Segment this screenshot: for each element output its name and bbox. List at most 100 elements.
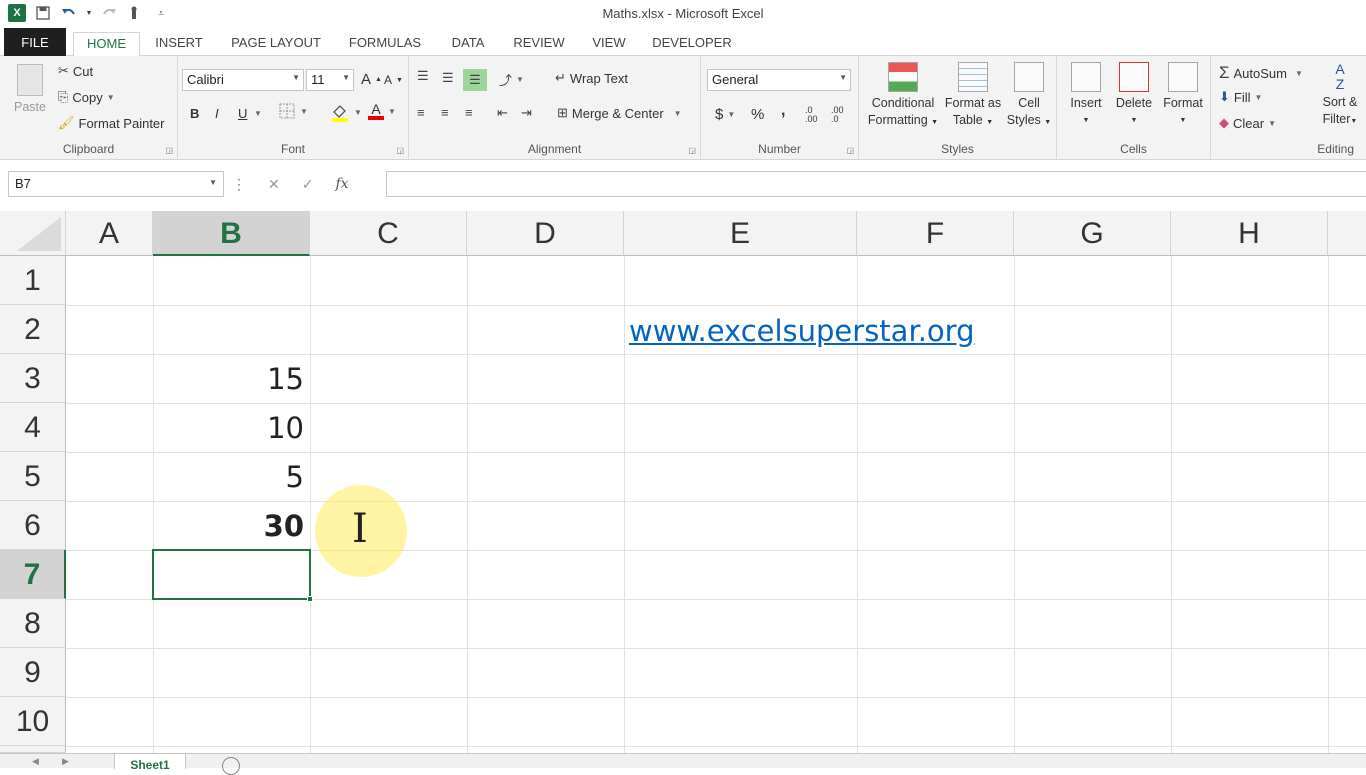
comma-button[interactable]: , — [781, 102, 785, 120]
align-left-button[interactable]: ≡ — [417, 105, 425, 120]
top-align-button[interactable]: ☰ — [417, 68, 429, 84]
font-color-button[interactable]: A ▼ — [368, 102, 396, 120]
column-header-c[interactable]: C — [310, 211, 467, 256]
sort-filter-button[interactable]: AZ Sort & Filter▼ — [1315, 62, 1365, 130]
row-header-1[interactable]: 1 — [0, 256, 66, 305]
chevron-down-icon: ▼ — [106, 92, 115, 102]
tab-page-layout[interactable]: PAGE LAYOUT — [222, 32, 330, 56]
tab-file[interactable]: FILE — [4, 28, 66, 56]
tab-review[interactable]: REVIEW — [506, 32, 572, 56]
row-header-10[interactable]: 10 — [0, 697, 66, 746]
fill-button[interactable]: ⬇ Fill ▼ — [1219, 89, 1262, 105]
tab-formulas[interactable]: FORMULAS — [340, 32, 430, 56]
paste-button[interactable]: Paste — [10, 64, 50, 116]
increase-decimal-button[interactable]: .0 .00 — [805, 106, 827, 124]
cut-button[interactable]: ✂ Cut — [58, 63, 93, 79]
decrease-decimal-button[interactable]: .00 .0 — [831, 106, 853, 124]
bottom-align-button[interactable]: ☰ — [463, 69, 487, 91]
cell-styles-button[interactable]: Cell Styles ▼ — [1005, 62, 1053, 131]
tab-insert[interactable]: INSERT — [148, 32, 210, 56]
underline-dropdown-icon[interactable]: ▼ — [254, 109, 262, 118]
cell-b4[interactable]: 10 — [153, 411, 310, 445]
name-box[interactable]: B7 ▼ — [8, 171, 224, 197]
number-format-select[interactable]: General ▼ — [707, 69, 851, 91]
tab-developer[interactable]: DEVELOPER — [646, 32, 738, 56]
text-cursor-icon: I — [352, 506, 368, 552]
column-header-a[interactable]: A — [66, 211, 153, 256]
font-size-select[interactable]: 11 ▼ — [306, 69, 354, 91]
italic-button[interactable]: I — [215, 106, 219, 121]
increase-indent-button[interactable]: ⇥ — [521, 105, 532, 121]
window-title: Maths.xlsx - Microsoft Excel — [602, 6, 764, 21]
dialog-launcher-icon[interactable]: ◲ — [165, 146, 173, 155]
dialog-launcher-icon[interactable]: ◲ — [846, 146, 854, 155]
insert-cells-button[interactable]: Insert ▼ — [1063, 62, 1109, 129]
currency-button[interactable]: $ ▼ — [715, 106, 735, 123]
clipboard-group: Paste ✂ Cut ⎘ Copy ▼ 🖌 Format Painter Clipbo… — [0, 56, 178, 160]
tab-data[interactable]: DATA — [440, 32, 496, 56]
center-button[interactable]: ≡ — [441, 105, 449, 120]
align-right-button[interactable]: ≡ — [465, 105, 473, 120]
row-header-9[interactable]: 9 — [0, 648, 66, 697]
borders-button[interactable]: ▼ — [278, 102, 308, 120]
select-all-button[interactable] — [0, 211, 66, 256]
format-as-table-button[interactable]: Format as Table ▼ — [941, 62, 1005, 131]
row-header-2[interactable]: 2 — [0, 305, 66, 354]
sheet-tab-sheet1[interactable]: Sheet1 — [114, 754, 186, 769]
prev-sheet-icon[interactable]: ◀ — [32, 756, 39, 767]
dialog-launcher-icon[interactable]: ◲ — [688, 146, 696, 155]
number-label: Number — [758, 142, 801, 156]
column-header-d[interactable]: D — [467, 211, 624, 256]
tab-view[interactable]: VIEW — [584, 32, 634, 56]
active-cell-b7[interactable] — [152, 549, 313, 602]
conditional-formatting-button[interactable]: Conditional Formatting ▼ — [865, 62, 941, 131]
bold-button[interactable]: B — [190, 106, 199, 121]
cell-b6[interactable]: 30 — [153, 509, 310, 543]
row-header-partial[interactable] — [0, 746, 66, 753]
middle-align-button[interactable]: ☰ — [442, 70, 454, 86]
format-painter-button[interactable]: 🖌 Format Painter — [58, 115, 165, 131]
fill-color-button[interactable]: ▼ — [330, 102, 362, 122]
column-header-e[interactable]: E — [624, 211, 857, 256]
cell-b3[interactable]: 15 — [153, 362, 310, 396]
font-name-select[interactable]: Calibri ▼ — [182, 69, 304, 91]
formula-input[interactable] — [386, 171, 1366, 197]
alignment-label: Alignment — [527, 142, 582, 156]
next-sheet-icon[interactable]: ▶ — [62, 756, 69, 767]
column-header-b[interactable]: B — [153, 211, 310, 256]
insert-function-icon[interactable]: fx — [335, 176, 348, 192]
column-header-f[interactable]: F — [857, 211, 1014, 256]
merge-center-button[interactable]: ⊞ Merge & Center ▼ — [557, 105, 682, 121]
orientation-button[interactable]: ⤴ ▼ — [499, 70, 524, 89]
tab-home[interactable]: HOME — [73, 32, 140, 57]
column-header-h[interactable]: H — [1171, 211, 1328, 256]
row-header-5[interactable]: 5 — [0, 452, 66, 501]
grow-font-button[interactable]: A ▲ — [361, 71, 382, 88]
row-header-6[interactable]: 6 — [0, 501, 66, 550]
cell-e2-hyperlink[interactable]: www.excelsuperstar.org — [629, 314, 975, 354]
fill-handle[interactable] — [307, 596, 313, 602]
cell-b5[interactable]: 5 — [153, 460, 310, 494]
column-header-g[interactable]: G — [1014, 211, 1171, 256]
wrap-text-button[interactable]: ↵ Wrap Text — [555, 70, 628, 86]
underline-button[interactable]: U — [238, 106, 247, 121]
cancel-icon[interactable]: ✕ — [268, 176, 280, 193]
percent-button[interactable]: % — [751, 106, 764, 123]
row-header-4[interactable]: 4 — [0, 403, 66, 452]
middle-align-icon: ☰ — [442, 70, 454, 85]
row-header-8[interactable]: 8 — [0, 599, 66, 648]
spreadsheet-grid[interactable]: A B C D E F G H 1 2 3 4 5 6 7 8 9 10 www… — [0, 211, 1366, 753]
decrease-indent-button[interactable]: ⇤ — [497, 105, 508, 121]
dialog-launcher-icon[interactable]: ◲ — [396, 146, 404, 155]
autosum-button[interactable]: Σ AutoSum ▼ — [1219, 63, 1303, 83]
column-header-partial[interactable] — [1328, 211, 1366, 256]
copy-button[interactable]: ⎘ Copy ▼ — [58, 89, 115, 105]
format-cells-button[interactable]: Format ▼ — [1159, 62, 1207, 129]
row-header-3[interactable]: 3 — [0, 354, 66, 403]
shrink-font-button[interactable]: A ▼ — [384, 73, 403, 87]
new-sheet-icon[interactable] — [222, 757, 240, 775]
row-header-7[interactable]: 7 — [0, 550, 66, 599]
enter-icon[interactable]: ✓ — [302, 176, 314, 193]
delete-cells-button[interactable]: Delete ▼ — [1111, 62, 1157, 129]
clear-button[interactable]: ◆ Clear ▼ — [1219, 115, 1276, 131]
